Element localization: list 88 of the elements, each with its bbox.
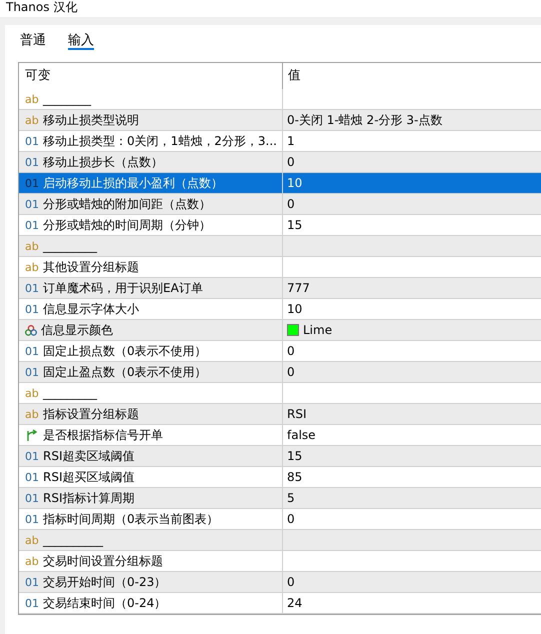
string-type-icon: ab <box>25 534 39 546</box>
parameter-row[interactable]: 01 移动止损步长（点数） 0 <box>19 152 541 173</box>
integer-type-icon: 01 <box>25 176 39 190</box>
tab[interactable]: 输入 <box>68 31 94 50</box>
parameter-value: 24 <box>287 596 302 610</box>
parameter-name: 启动移动止损的最小盈利（点数） <box>43 174 223 192</box>
parameter-name: 指标设置分组标题 <box>43 406 139 422</box>
tab[interactable]: 普通 <box>20 31 46 50</box>
integer-type-icon: 01 <box>25 302 39 316</box>
string-type-icon: ab <box>25 386 39 400</box>
parameter-name: _________ <box>43 386 97 400</box>
parameter-value: Lime <box>303 323 332 337</box>
integer-type-icon: 01 <box>25 344 39 358</box>
parameter-row[interactable]: ab 移动止损类型说明 0-关闭 1-蜡烛 2-分形 3-点数 <box>19 110 541 131</box>
window-title: Thanos 汉化 <box>5 0 78 15</box>
parameter-name: RSI指标计算周期 <box>43 490 134 506</box>
column-header[interactable]: 可变 <box>19 63 282 89</box>
parameter-value: 1 <box>287 134 295 148</box>
parameter-value: 15 <box>287 218 302 232</box>
parameter-name: _________ <box>43 239 97 253</box>
parameter-value: 777 <box>287 281 310 295</box>
string-type-icon: ab <box>25 408 39 420</box>
parameter-row[interactable]: ab __________ <box>19 530 541 551</box>
string-type-icon: ab <box>25 114 39 126</box>
parameter-row[interactable]: 信息显示颜色 Lime <box>19 320 541 341</box>
integer-type-icon: 01 <box>25 576 39 588</box>
string-type-icon: ab <box>25 240 39 252</box>
parameter-name: RSI超卖区域阈值 <box>43 448 134 464</box>
integer-type-icon: 01 <box>25 134 39 148</box>
parameter-name: 其他设置分组标题 <box>43 258 139 276</box>
parameter-name: 信息显示颜色 <box>41 322 113 338</box>
integer-type-icon: 01 <box>25 156 39 168</box>
integer-type-icon: 01 <box>25 282 39 294</box>
integer-type-icon: 01 <box>25 596 39 610</box>
string-type-icon: ab <box>25 554 39 568</box>
integer-type-icon: 01 <box>25 198 39 210</box>
string-type-icon: ab <box>25 260 39 274</box>
parameter-value: RSI <box>287 407 306 421</box>
parameter-value: 0 <box>287 512 295 526</box>
parameter-row[interactable]: ab 指标设置分组标题 RSI <box>19 404 541 425</box>
parameter-row[interactable]: 01 RSI超卖区域阈值 15 <box>19 446 541 467</box>
parameter-value: 10 <box>287 302 302 316</box>
parameter-name: 订单魔术码，用于识别EA订单 <box>43 280 203 296</box>
integer-type-icon: 01 <box>25 492 39 504</box>
parameter-row[interactable]: 01 交易开始时间（0-23） 0 <box>19 572 541 593</box>
parameter-value: 15 <box>287 449 302 463</box>
integer-type-icon: 01 <box>25 366 39 378</box>
parameter-row[interactable]: 01 交易结束时间（0-24） 24 <box>19 593 541 614</box>
parameter-name: ________ <box>43 92 91 106</box>
parameter-value: 0 <box>287 365 295 379</box>
parameter-name: 分形或蜡烛的附加间距（点数） <box>43 196 211 212</box>
parameter-name: RSI超买区域阈值 <box>43 468 134 486</box>
parameter-value: 10 <box>287 176 302 190</box>
integer-type-icon: 01 <box>25 512 39 526</box>
parameter-name: 交易结束时间（0-24） <box>43 594 166 612</box>
parameter-name: 分形或蜡烛的时间周期（分钟） <box>43 216 211 234</box>
parameter-row[interactable]: ab _________ <box>19 236 541 257</box>
parameter-name: 是否根据指标信号开单 <box>43 426 163 444</box>
parameter-name: 交易开始时间（0-23） <box>43 574 166 590</box>
parameter-row[interactable]: 01 固定止盈点数（0表示不使用） 0 <box>19 362 541 383</box>
color-circles-icon <box>25 324 37 336</box>
parameter-value: false <box>287 428 316 442</box>
parameter-name: 移动止损类型说明 <box>43 112 139 128</box>
parameter-row[interactable]: 01 订单魔术码，用于识别EA订单 777 <box>19 278 541 299</box>
integer-type-icon: 01 <box>25 450 39 462</box>
parameter-row[interactable]: 01 启动移动止损的最小盈利（点数） 10 <box>19 173 541 194</box>
parameter-name: 固定止损点数（0表示不使用） <box>43 342 207 360</box>
integer-type-icon: 01 <box>25 218 39 232</box>
integer-type-icon: 01 <box>25 470 39 484</box>
branch-arrow-icon <box>25 428 39 442</box>
parameter-value: 0 <box>287 344 295 358</box>
parameter-name: 固定止盈点数（0表示不使用） <box>43 364 207 380</box>
parameter-name: __________ <box>43 533 103 547</box>
parameter-name: 移动止损类型：0关闭，1蜡烛，2分形，3... <box>43 132 277 150</box>
parameter-name: 移动止损步长（点数） <box>43 154 163 170</box>
parameter-value: 5 <box>287 491 295 505</box>
parameter-value: 0 <box>287 575 295 589</box>
parameter-row[interactable]: 01 分形或蜡烛的附加间距（点数） 0 <box>19 194 541 215</box>
parameter-value: 0 <box>287 155 295 169</box>
parameter-value: 0-关闭 1-蜡烛 2-分形 3-点数 <box>287 112 442 128</box>
string-type-icon: ab <box>25 92 39 106</box>
parameter-name: 指标时间周期（0表示当前图表） <box>43 510 219 528</box>
parameter-value: 0 <box>287 197 295 211</box>
parameter-value: 85 <box>287 470 302 484</box>
parameter-name: 交易时间设置分组标题 <box>43 552 163 570</box>
parameter-name: 信息显示字体大小 <box>43 300 139 318</box>
parameter-row[interactable]: 01 RSI指标计算周期 5 <box>19 488 541 509</box>
column-header[interactable]: 值 <box>282 63 541 89</box>
